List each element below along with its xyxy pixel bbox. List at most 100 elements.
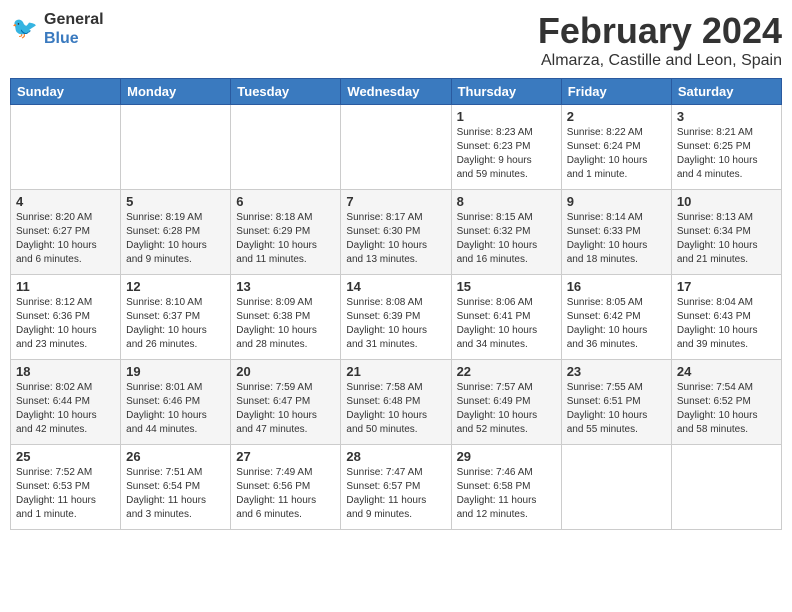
day-number: 12 bbox=[126, 279, 225, 294]
calendar-cell: 14Sunrise: 8:08 AM Sunset: 6:39 PM Dayli… bbox=[341, 275, 451, 360]
calendar-subtitle: Almarza, Castille and Leon, Spain bbox=[538, 52, 782, 70]
day-info: Sunrise: 8:13 AM Sunset: 6:34 PM Dayligh… bbox=[677, 211, 776, 267]
day-header-wednesday: Wednesday bbox=[341, 79, 451, 105]
calendar-title: February 2024 bbox=[538, 10, 782, 52]
calendar-cell: 3 Sunrise: 8:21 AM Sunset: 6:25 PM Daylig… bbox=[671, 105, 781, 190]
calendar-cell bbox=[561, 445, 671, 530]
logo-name: General Blue bbox=[44, 10, 104, 48]
calendar-cell: 18 Sunrise: 8:02 AM Sunset: 6:44 PM Dayli… bbox=[11, 360, 121, 445]
calendar-cell: 22 Sunrise: 7:57 AM Sunset: 6:49 PM Dayli… bbox=[451, 360, 561, 445]
calendar-cell: 7Sunrise: 8:17 AM Sunset: 6:30 PM Daylig… bbox=[341, 190, 451, 275]
calendar-week-3: 18 Sunrise: 8:02 AM Sunset: 6:44 PM Dayli… bbox=[11, 360, 782, 445]
day-header-sunday: Sunday bbox=[11, 79, 121, 105]
calendar-cell: 27 Sunrise: 7:49 AM Sunset: 6:56 PM Dayli… bbox=[231, 445, 341, 530]
day-number: 1 bbox=[457, 109, 556, 124]
day-info: Sunrise: 7:59 AM Sunset: 6:47 PM Dayligh… bbox=[236, 381, 335, 437]
day-info: Sunrise: 8:18 AM Sunset: 6:29 PM Dayligh… bbox=[236, 211, 335, 267]
day-info: Sunrise: 8:22 AM Sunset: 6:24 PM Dayligh… bbox=[567, 126, 666, 182]
calendar-cell: 29 Sunrise: 7:46 AM Sunset: 6:58 PM Dayli… bbox=[451, 445, 561, 530]
day-info: Sunrise: 8:21 AM Sunset: 6:25 PM Dayligh… bbox=[677, 126, 776, 182]
calendar-cell bbox=[11, 105, 121, 190]
calendar-table: SundayMondayTuesdayWednesdayThursdayFrid… bbox=[10, 78, 782, 530]
calendar-cell: 6 Sunrise: 8:18 AM Sunset: 6:29 PM Daylig… bbox=[231, 190, 341, 275]
day-number: 15 bbox=[457, 279, 556, 294]
calendar-cell bbox=[341, 105, 451, 190]
calendar-cell: 20 Sunrise: 7:59 AM Sunset: 6:47 PM Dayli… bbox=[231, 360, 341, 445]
day-number: 10 bbox=[677, 194, 776, 209]
day-header-friday: Friday bbox=[561, 79, 671, 105]
day-info: Sunrise: 7:47 AM Sunset: 6:57 PM Dayligh… bbox=[346, 466, 445, 522]
day-info: Sunrise: 8:17 AM Sunset: 6:30 PM Dayligh… bbox=[346, 211, 445, 267]
day-header-thursday: Thursday bbox=[451, 79, 561, 105]
calendar-week-0: 1 Sunrise: 8:23 AM Sunset: 6:23 PM Daylig… bbox=[11, 105, 782, 190]
calendar-cell: 9Sunrise: 8:14 AM Sunset: 6:33 PM Daylig… bbox=[561, 190, 671, 275]
day-header-monday: Monday bbox=[121, 79, 231, 105]
day-info: Sunrise: 8:02 AM Sunset: 6:44 PM Dayligh… bbox=[16, 381, 115, 437]
day-info: Sunrise: 8:23 AM Sunset: 6:23 PM Dayligh… bbox=[457, 126, 556, 182]
day-info: Sunrise: 8:19 AM Sunset: 6:28 PM Dayligh… bbox=[126, 211, 225, 267]
day-info: Sunrise: 8:15 AM Sunset: 6:32 PM Dayligh… bbox=[457, 211, 556, 267]
day-number: 3 bbox=[677, 109, 776, 124]
day-number: 24 bbox=[677, 364, 776, 379]
calendar-cell: 8 Sunrise: 8:15 AM Sunset: 6:32 PM Daylig… bbox=[451, 190, 561, 275]
day-info: Sunrise: 8:05 AM Sunset: 6:42 PM Dayligh… bbox=[567, 296, 666, 352]
day-number: 20 bbox=[236, 364, 335, 379]
day-info: Sunrise: 8:06 AM Sunset: 6:41 PM Dayligh… bbox=[457, 296, 556, 352]
day-number: 4 bbox=[16, 194, 115, 209]
day-info: Sunrise: 7:51 AM Sunset: 6:54 PM Dayligh… bbox=[126, 466, 225, 522]
day-info: Sunrise: 7:57 AM Sunset: 6:49 PM Dayligh… bbox=[457, 381, 556, 437]
day-info: Sunrise: 7:58 AM Sunset: 6:48 PM Dayligh… bbox=[346, 381, 445, 437]
calendar-cell: 16 Sunrise: 8:05 AM Sunset: 6:42 PM Dayli… bbox=[561, 275, 671, 360]
logo-icon: 🐦 bbox=[10, 14, 40, 44]
day-header-saturday: Saturday bbox=[671, 79, 781, 105]
calendar-cell: 10 Sunrise: 8:13 AM Sunset: 6:34 PM Dayli… bbox=[671, 190, 781, 275]
calendar-cell: 1 Sunrise: 8:23 AM Sunset: 6:23 PM Daylig… bbox=[451, 105, 561, 190]
day-number: 27 bbox=[236, 449, 335, 464]
day-number: 21 bbox=[346, 364, 445, 379]
day-number: 29 bbox=[457, 449, 556, 464]
day-info: Sunrise: 7:49 AM Sunset: 6:56 PM Dayligh… bbox=[236, 466, 335, 522]
day-number: 2 bbox=[567, 109, 666, 124]
day-info: Sunrise: 7:46 AM Sunset: 6:58 PM Dayligh… bbox=[457, 466, 556, 522]
day-info: Sunrise: 8:10 AM Sunset: 6:37 PM Dayligh… bbox=[126, 296, 225, 352]
day-number: 18 bbox=[16, 364, 115, 379]
calendar-cell: 24 Sunrise: 7:54 AM Sunset: 6:52 PM Dayli… bbox=[671, 360, 781, 445]
calendar-cell: 17 Sunrise: 8:04 AM Sunset: 6:43 PM Dayli… bbox=[671, 275, 781, 360]
day-number: 8 bbox=[457, 194, 556, 209]
calendar-cell: 28 Sunrise: 7:47 AM Sunset: 6:57 PM Dayli… bbox=[341, 445, 451, 530]
calendar-cell: 5Sunrise: 8:19 AM Sunset: 6:28 PM Daylig… bbox=[121, 190, 231, 275]
day-number: 19 bbox=[126, 364, 225, 379]
day-number: 11 bbox=[16, 279, 115, 294]
day-number: 26 bbox=[126, 449, 225, 464]
day-number: 28 bbox=[346, 449, 445, 464]
day-number: 17 bbox=[677, 279, 776, 294]
day-info: Sunrise: 8:04 AM Sunset: 6:43 PM Dayligh… bbox=[677, 296, 776, 352]
day-header-tuesday: Tuesday bbox=[231, 79, 341, 105]
calendar-header-row: SundayMondayTuesdayWednesdayThursdayFrid… bbox=[11, 79, 782, 105]
calendar-cell: 26 Sunrise: 7:51 AM Sunset: 6:54 PM Dayli… bbox=[121, 445, 231, 530]
calendar-cell: 2 Sunrise: 8:22 AM Sunset: 6:24 PM Daylig… bbox=[561, 105, 671, 190]
day-number: 22 bbox=[457, 364, 556, 379]
day-info: Sunrise: 7:54 AM Sunset: 6:52 PM Dayligh… bbox=[677, 381, 776, 437]
day-info: Sunrise: 7:55 AM Sunset: 6:51 PM Dayligh… bbox=[567, 381, 666, 437]
calendar-cell: 11Sunrise: 8:12 AM Sunset: 6:36 PM Dayli… bbox=[11, 275, 121, 360]
calendar-cell: 15 Sunrise: 8:06 AM Sunset: 6:41 PM Dayli… bbox=[451, 275, 561, 360]
calendar-cell: 12 Sunrise: 8:10 AM Sunset: 6:37 PM Dayli… bbox=[121, 275, 231, 360]
svg-text:🐦: 🐦 bbox=[12, 17, 38, 40]
calendar-body: 1 Sunrise: 8:23 AM Sunset: 6:23 PM Daylig… bbox=[11, 105, 782, 530]
logo: 🐦 General Blue bbox=[10, 10, 104, 48]
title-block: February 2024 Almarza, Castille and Leon… bbox=[538, 10, 782, 70]
day-info: Sunrise: 8:08 AM Sunset: 6:39 PM Dayligh… bbox=[346, 296, 445, 352]
calendar-cell: 25Sunrise: 7:52 AM Sunset: 6:53 PM Dayli… bbox=[11, 445, 121, 530]
day-info: Sunrise: 8:01 AM Sunset: 6:46 PM Dayligh… bbox=[126, 381, 225, 437]
calendar-week-2: 11Sunrise: 8:12 AM Sunset: 6:36 PM Dayli… bbox=[11, 275, 782, 360]
day-number: 6 bbox=[236, 194, 335, 209]
day-info: Sunrise: 8:09 AM Sunset: 6:38 PM Dayligh… bbox=[236, 296, 335, 352]
day-info: Sunrise: 8:20 AM Sunset: 6:27 PM Dayligh… bbox=[16, 211, 115, 267]
day-number: 13 bbox=[236, 279, 335, 294]
calendar-cell bbox=[671, 445, 781, 530]
calendar-cell: 13 Sunrise: 8:09 AM Sunset: 6:38 PM Dayli… bbox=[231, 275, 341, 360]
day-number: 16 bbox=[567, 279, 666, 294]
calendar-cell bbox=[231, 105, 341, 190]
day-info: Sunrise: 8:14 AM Sunset: 6:33 PM Dayligh… bbox=[567, 211, 666, 267]
